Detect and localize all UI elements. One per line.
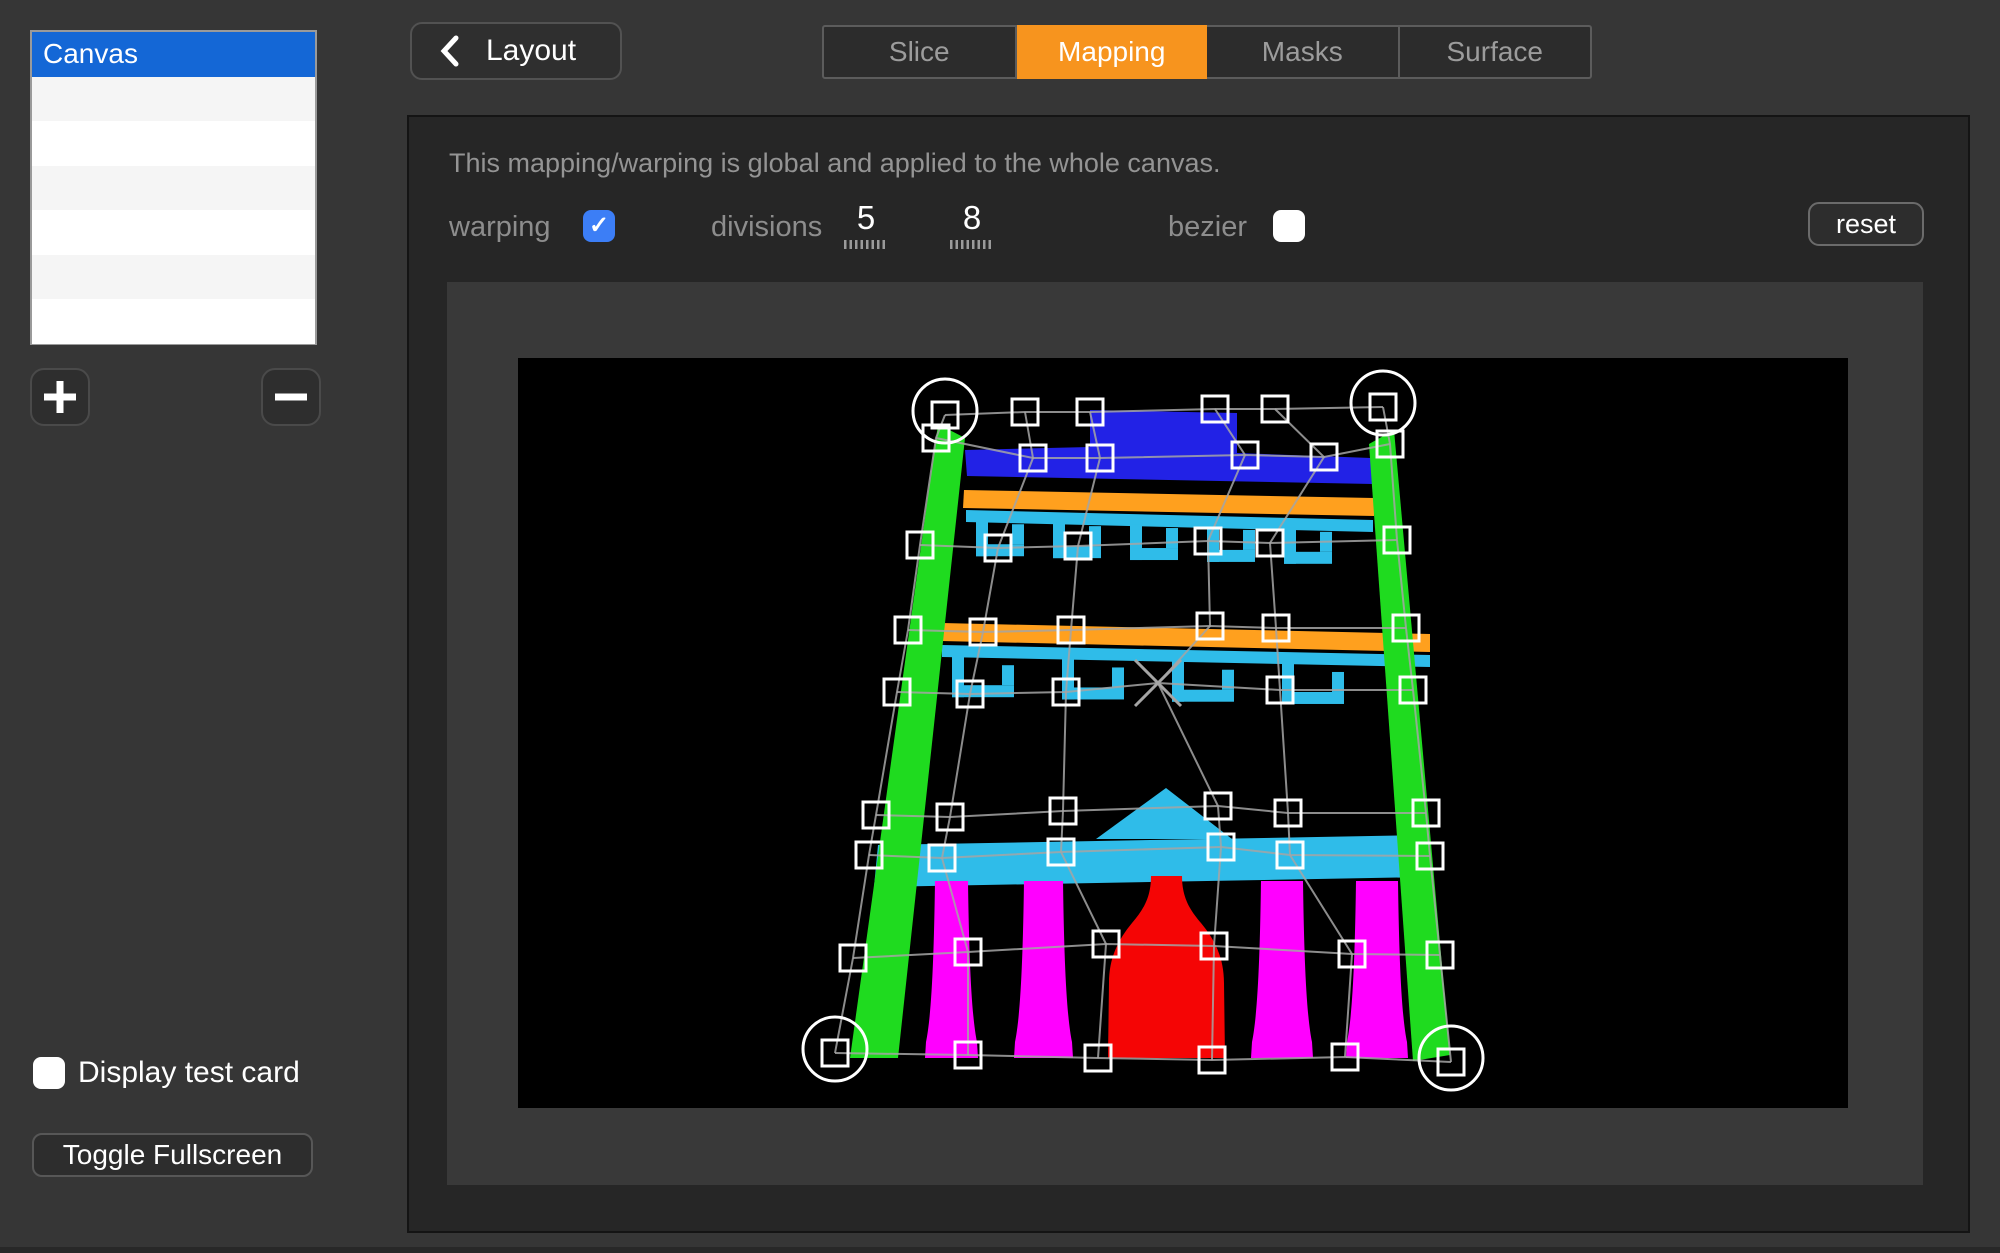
divisions-x-stepper[interactable]: 5: [838, 199, 894, 249]
divisions-y-value: 8: [944, 199, 1000, 237]
list-empty-row[interactable]: [32, 255, 315, 300]
chevron-left-icon: [440, 35, 460, 67]
artwork-meander-hook: [1112, 667, 1124, 687]
display-test-card-checkbox[interactable]: [33, 1057, 65, 1089]
plus-icon: [44, 381, 76, 413]
artwork-column: [925, 881, 978, 1058]
artwork-meander-hook: [1012, 524, 1024, 544]
tab-mapping[interactable]: Mapping: [1017, 25, 1208, 79]
tab-surface[interactable]: Surface: [1400, 27, 1591, 77]
warping-checkbox[interactable]: ✓: [583, 210, 615, 242]
toggle-fullscreen-button[interactable]: Toggle Fullscreen: [32, 1133, 313, 1177]
remove-button[interactable]: [261, 368, 321, 426]
bezier-label: bezier: [1168, 211, 1247, 244]
artwork-column: [1346, 881, 1408, 1058]
layout-back-button[interactable]: Layout: [410, 22, 622, 80]
artwork-meander-hook: [1332, 672, 1344, 692]
mapping-info-text: This mapping/warping is global and appli…: [449, 148, 1220, 179]
artwork-meander-hook: [1166, 528, 1178, 548]
artwork-column: [1014, 881, 1073, 1058]
display-test-card-row: Display test card: [33, 1056, 300, 1090]
artwork-meander-hook: [976, 544, 1024, 556]
reset-button[interactable]: reset: [1808, 202, 1924, 246]
display-test-card-label: Display test card: [78, 1056, 300, 1090]
drag-ticks-icon: [950, 240, 994, 249]
list-empty-row[interactable]: [32, 121, 315, 166]
checkmark-icon: ✓: [589, 212, 609, 239]
divisions-x-value: 5: [838, 199, 894, 237]
warp-canvas[interactable]: [518, 358, 1848, 1108]
artwork-meander-hook: [1207, 550, 1255, 562]
view-tabs: Slice Mapping Masks Surface: [822, 25, 1592, 79]
window-bottom-edge: [0, 1247, 2000, 1253]
artwork-meander-hook: [1002, 665, 1014, 685]
artwork-meander-hook: [1284, 552, 1332, 564]
app-window: Canvas Display test card Toggle Fullscre…: [0, 0, 2000, 1253]
artwork-meander-hook: [1130, 548, 1178, 560]
tab-slice[interactable]: Slice: [824, 27, 1017, 77]
list-empty-row[interactable]: [32, 299, 315, 344]
divisions-label: divisions: [711, 211, 822, 244]
bezier-checkbox[interactable]: [1273, 210, 1305, 242]
artwork-meander-hook: [1243, 530, 1255, 550]
layout-button-label: Layout: [486, 34, 576, 68]
warping-label: warping: [449, 211, 551, 244]
artwork-meander-hook: [1172, 690, 1234, 702]
output-canvas[interactable]: [518, 358, 1848, 1108]
artwork-column: [1251, 881, 1313, 1058]
artwork-bell: [1108, 876, 1225, 1058]
warp-corner-handle[interactable]: [1351, 371, 1415, 435]
canvas-list[interactable]: Canvas: [30, 30, 317, 345]
artwork-pediment: [1096, 788, 1232, 839]
list-empty-row[interactable]: [32, 166, 315, 211]
minus-icon: [275, 381, 307, 413]
list-empty-row[interactable]: [32, 77, 315, 122]
add-button[interactable]: [30, 368, 90, 426]
list-empty-row[interactable]: [32, 210, 315, 255]
drag-ticks-icon: [844, 240, 888, 249]
tab-masks[interactable]: Masks: [1207, 27, 1400, 77]
list-item-canvas[interactable]: Canvas: [32, 32, 315, 77]
divisions-y-stepper[interactable]: 8: [944, 199, 1000, 249]
